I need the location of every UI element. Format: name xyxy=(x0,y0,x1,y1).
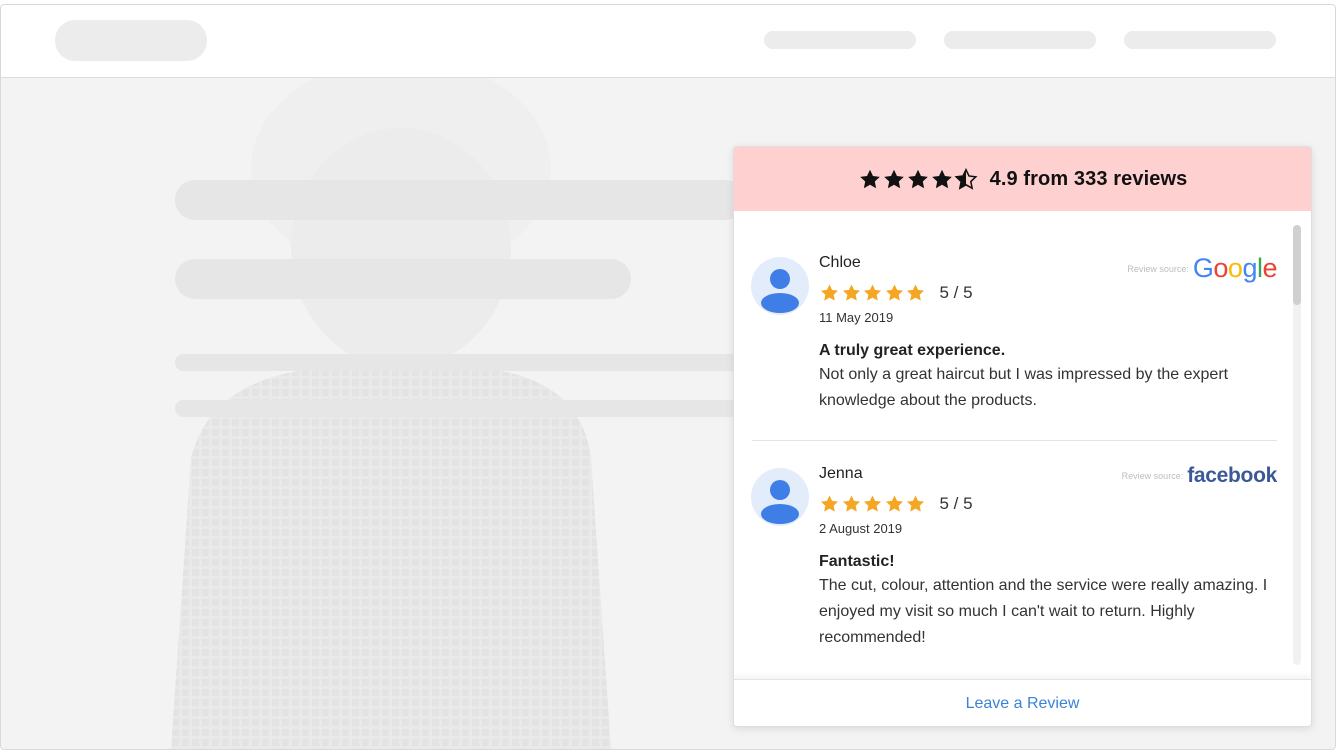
review-rating: 5 / 5 xyxy=(819,281,1277,305)
user-avatar-icon xyxy=(761,480,799,524)
reviews-summary-header: 4.9 from 333 reviews xyxy=(734,147,1311,211)
star-full-icon xyxy=(907,169,928,188)
star-icon xyxy=(907,284,924,301)
star-full-icon xyxy=(931,169,952,188)
star-icon xyxy=(821,495,838,512)
review-source-label: Review source: xyxy=(1121,471,1184,481)
star-full-icon xyxy=(883,169,904,188)
review-source: Review source: facebook xyxy=(1121,464,1278,488)
headline-placeholder xyxy=(175,180,745,220)
subheadline-placeholder xyxy=(175,259,631,299)
nav-placeholder-2 xyxy=(944,31,1096,49)
site-header xyxy=(1,5,1335,78)
review-source-label: Review source: xyxy=(1127,263,1189,274)
logo-placeholder xyxy=(55,20,207,61)
review-date: 11 May 2019 xyxy=(819,310,894,325)
star-icon xyxy=(842,284,860,301)
leave-review-link[interactable]: Leave a Review xyxy=(966,695,1080,713)
star-full-icon xyxy=(859,169,880,188)
star-icon xyxy=(864,284,881,301)
review-date: 2 August 2019 xyxy=(819,521,903,536)
user-avatar-icon xyxy=(761,269,799,313)
nav-placeholder-1 xyxy=(764,31,916,49)
star-icon xyxy=(842,495,860,512)
review-rating: 5 / 5 xyxy=(819,492,1277,516)
review-text: The cut, colour, attention and the servi… xyxy=(819,577,1268,646)
reviews-list[interactable]: Chloe 5 / 5 11 May 2019 A truly great ex… xyxy=(734,211,1311,679)
google-logo: Google xyxy=(1192,253,1278,283)
rating-score: 5 / 5 xyxy=(939,283,973,302)
reviews-footer: Leave a Review xyxy=(734,679,1311,726)
review-title: A truly great experience. xyxy=(819,342,1006,359)
star-icon xyxy=(885,284,903,301)
scrollbar-thumb[interactable] xyxy=(1293,225,1301,305)
text-line-placeholder-1 xyxy=(175,354,745,371)
overall-rating-stars xyxy=(858,167,978,191)
avatar xyxy=(751,257,809,315)
star-icon xyxy=(907,495,924,512)
review-text: Not only a great haircut but I was impre… xyxy=(819,366,1229,409)
facebook-logo: facebook xyxy=(1187,464,1277,487)
star-half-icon xyxy=(954,167,978,190)
text-line-placeholder-2 xyxy=(175,400,745,417)
review-divider xyxy=(752,440,1277,441)
review-title: Fantastic! xyxy=(819,553,895,570)
reviews-widget: 4.9 from 333 reviews Chloe 5 / 5 11 May … xyxy=(733,146,1312,727)
rating-summary-text: 4.9 from 333 reviews xyxy=(989,167,1188,190)
star-icon xyxy=(885,495,903,512)
star-icon xyxy=(864,495,881,512)
star-icon xyxy=(821,284,838,301)
avatar xyxy=(751,468,809,526)
review-source: Review source: Google xyxy=(1127,253,1277,284)
rating-score: 5 / 5 xyxy=(939,494,973,513)
nav-placeholder-3 xyxy=(1124,31,1276,49)
